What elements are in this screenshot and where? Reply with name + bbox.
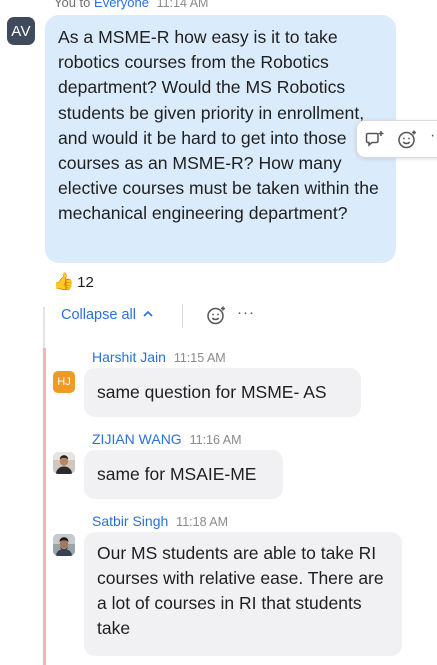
reply-sender-name[interactable]: Harshit Jain: [92, 349, 166, 365]
message-hover-actions: ···: [356, 120, 437, 158]
message-meta: You to Everyone 11:14 AM: [54, 0, 208, 10]
reply-bubble: same for MSAIE-ME: [84, 450, 283, 499]
collapse-all-label: Collapse all: [61, 307, 136, 323]
reply-sender: ZIJIAN WANG 11:16 AM: [92, 431, 241, 447]
avatar[interactable]: AV: [7, 17, 35, 45]
reaction-chip[interactable]: 👍 12: [53, 272, 94, 292]
reply-time: 11:16 AM: [189, 433, 242, 447]
reply-time: 11:18 AM: [176, 515, 229, 529]
avatar[interactable]: HJ: [53, 371, 75, 393]
message-bubble: As a MSME-R how easy is it to take robot…: [45, 15, 396, 263]
reply-sender-name[interactable]: Satbir Singh: [92, 513, 168, 529]
meta-prefix: You to: [54, 0, 91, 10]
reply-sender-name[interactable]: ZIJIAN WANG: [92, 431, 182, 447]
reaction-count: 12: [77, 273, 94, 291]
reply-time: 11:15 AM: [173, 351, 226, 365]
add-reaction-icon[interactable]: [206, 305, 227, 331]
add-reaction-icon[interactable]: [397, 129, 418, 150]
divider: [182, 304, 183, 328]
message-time: 11:14 AM: [156, 0, 209, 10]
more-options-icon[interactable]: ···: [430, 128, 437, 144]
avatar[interactable]: [53, 452, 75, 474]
more-options-icon[interactable]: ···: [237, 304, 255, 321]
thumbs-up-icon: 👍: [53, 272, 75, 291]
reply-in-thread-icon[interactable]: [365, 129, 385, 149]
reply-bubble: same question for MSME- AS: [84, 368, 361, 417]
recipient-link[interactable]: Everyone: [94, 0, 149, 10]
collapse-all-button[interactable]: Collapse all: [61, 307, 153, 323]
reply-sender: Harshit Jain 11:15 AM: [92, 349, 226, 365]
avatar[interactable]: [53, 534, 75, 556]
reply-bubble: Our MS students are able to take RI cour…: [84, 532, 402, 656]
thread-unread-indicator: [43, 348, 46, 665]
chevron-up-icon: [143, 308, 153, 320]
reply-sender: Satbir Singh 11:18 AM: [92, 513, 228, 529]
